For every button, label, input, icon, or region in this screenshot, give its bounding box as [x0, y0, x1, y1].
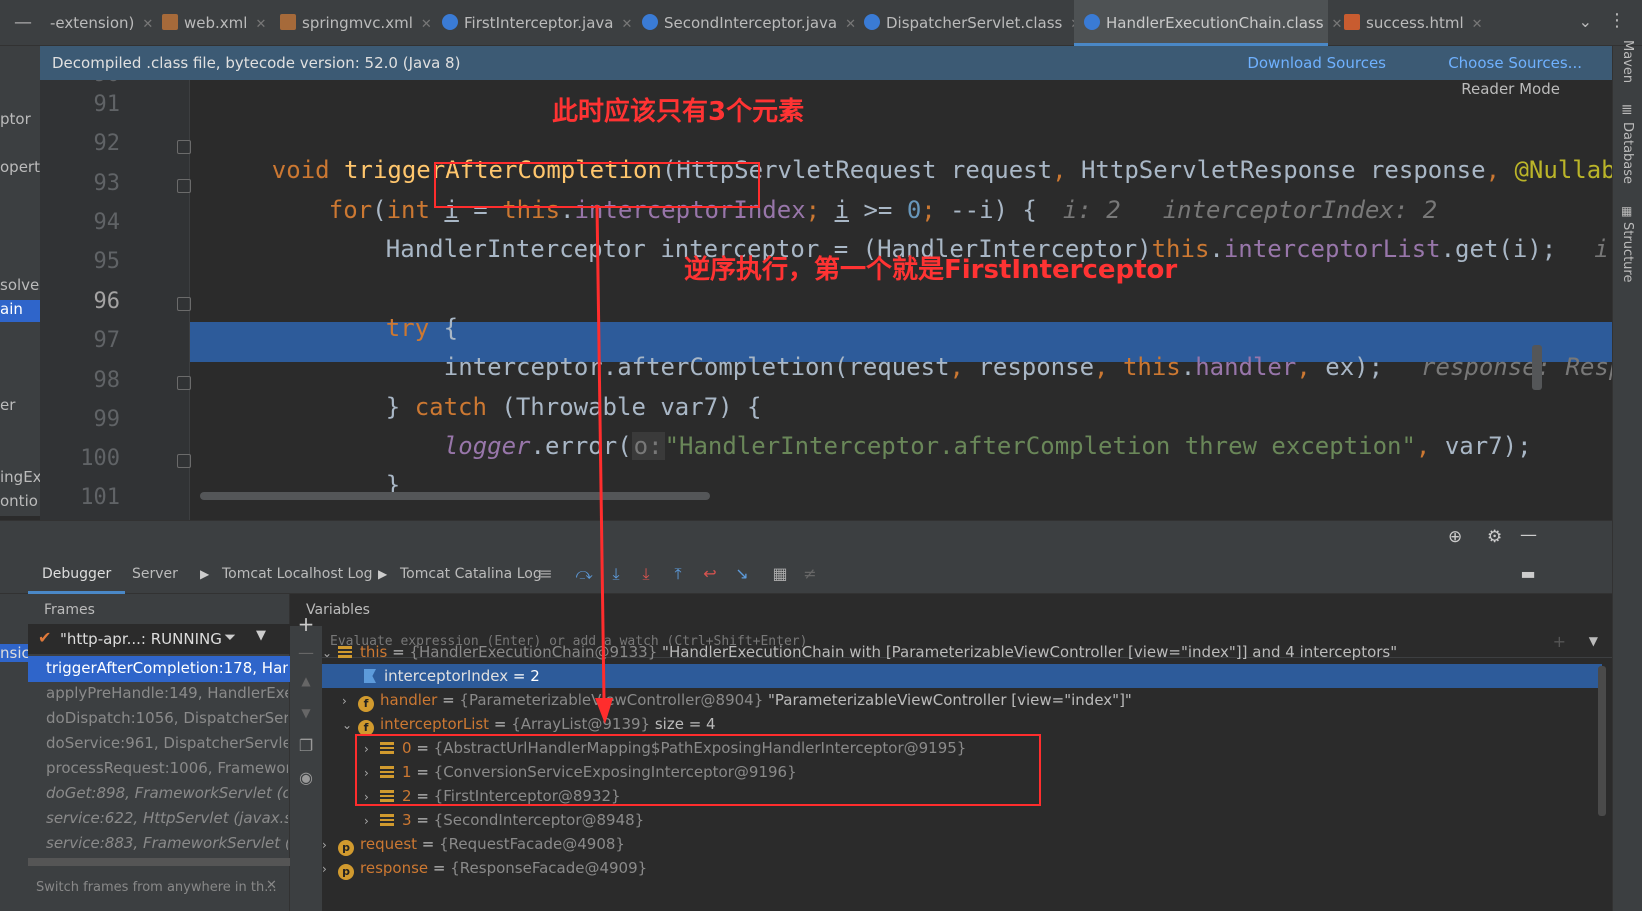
annotation-arrow	[595, 204, 613, 724]
arrow-line	[595, 204, 606, 701]
arrow-head	[595, 698, 613, 724]
